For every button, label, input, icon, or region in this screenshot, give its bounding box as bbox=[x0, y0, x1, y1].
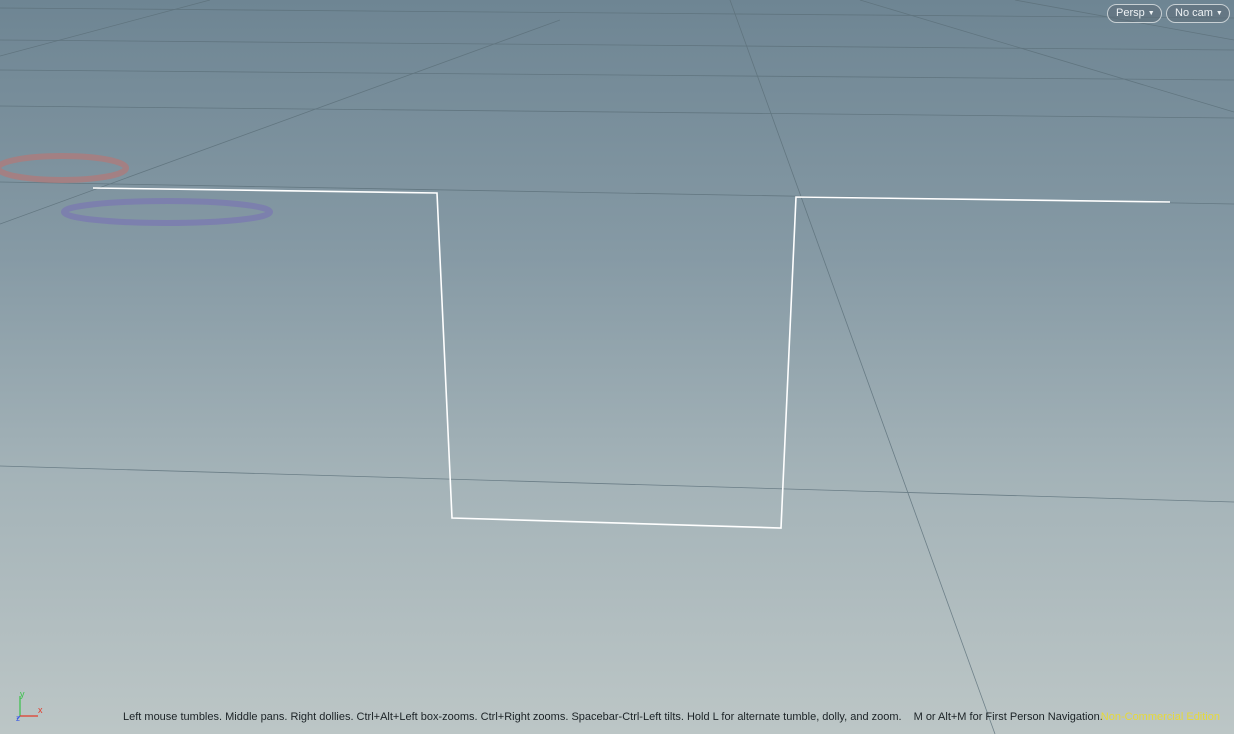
axis-y-label: y bbox=[20, 689, 25, 699]
chevron-down-icon: ▼ bbox=[1215, 10, 1223, 17]
camera-menu-button[interactable]: No cam ▼ bbox=[1166, 4, 1230, 23]
scene-canvas bbox=[0, 0, 1234, 734]
camera-menu-label: No cam bbox=[1175, 7, 1213, 19]
grid-line bbox=[729, 0, 996, 734]
ground-grid bbox=[0, 0, 1234, 734]
grid-line bbox=[0, 69, 1234, 81]
grid-line bbox=[0, 105, 1234, 119]
view-menu-button[interactable]: Persp ▼ bbox=[1107, 4, 1162, 23]
grid-line bbox=[0, 19, 561, 225]
axis-gizmo: y x z bbox=[16, 689, 43, 723]
navigation-help: Left mouse tumbles. Middle pans. Right d… bbox=[123, 711, 902, 723]
grid-line bbox=[0, 39, 1234, 51]
curve-geometry[interactable] bbox=[92, 187, 1171, 529]
grid-line bbox=[0, 7, 1234, 19]
axis-z-label: z bbox=[16, 714, 20, 723]
chevron-down-icon: ▼ bbox=[1147, 10, 1155, 17]
first-person-help: M or Alt+M for First Person Navigation. bbox=[913, 711, 1103, 723]
axis-x-label: x bbox=[38, 705, 43, 715]
grid-line bbox=[0, 465, 1234, 503]
viewport-help-text: Left mouse tumbles. Middle pans. Right d… bbox=[123, 711, 1103, 723]
light-ring-blue bbox=[61, 198, 273, 226]
edition-label: Non-Commercial Edition bbox=[1100, 711, 1220, 723]
view-menu-label: Persp bbox=[1116, 7, 1145, 19]
light-ring-red bbox=[0, 153, 129, 183]
scene-viewport[interactable]: Persp ▼ No cam ▼ y x z Left mouse tumble… bbox=[0, 0, 1234, 734]
